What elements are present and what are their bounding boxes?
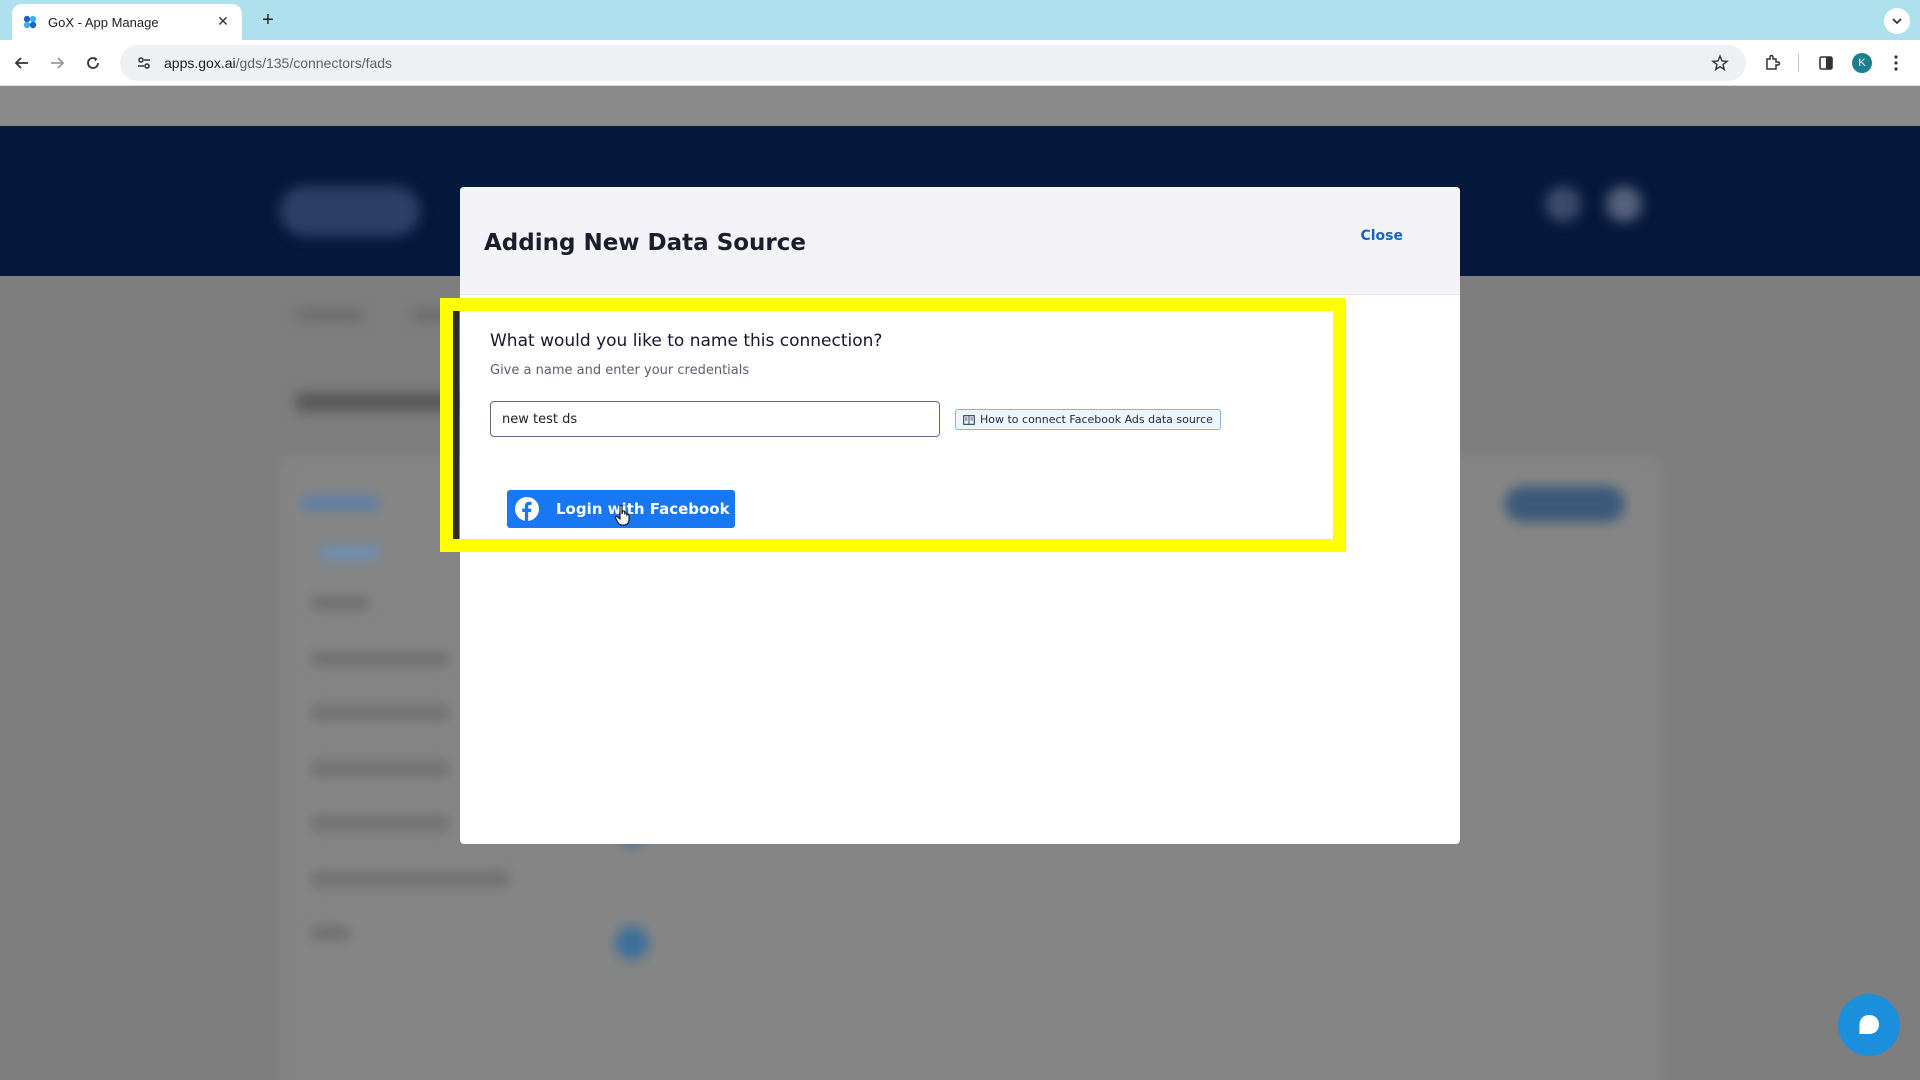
url-host: apps.gox.ai	[164, 55, 236, 71]
back-arrow-icon[interactable]	[8, 49, 36, 77]
forward-arrow-icon[interactable]	[43, 49, 71, 77]
browser-menu-icon[interactable]	[1882, 49, 1910, 77]
book-icon	[963, 414, 975, 425]
background-avatar	[1545, 186, 1581, 222]
address-bar[interactable]: apps.gox.ai/gds/135/connectors/fads	[120, 45, 1746, 81]
connection-name-input[interactable]	[490, 401, 940, 437]
tab-close-icon[interactable]: ✕	[214, 14, 232, 30]
reload-icon[interactable]	[79, 49, 107, 77]
background-text	[310, 816, 450, 830]
site-settings-icon[interactable]	[134, 53, 154, 73]
background-text	[310, 706, 450, 720]
background-text	[310, 872, 510, 886]
chat-bubble-icon	[1859, 1015, 1879, 1034]
background-logo	[280, 186, 420, 236]
modal-title: Adding New Data Source	[484, 230, 807, 256]
background-banner	[0, 86, 1920, 126]
url-path: /gds/135/connectors/fads	[235, 55, 393, 71]
bookmark-star-icon[interactable]	[1708, 51, 1732, 75]
side-panel-icon[interactable]	[1812, 49, 1840, 77]
background-text	[310, 596, 370, 610]
modal-header: Adding New Data Source Close	[460, 187, 1460, 295]
login-with-facebook-label: Login with Facebook	[556, 500, 730, 518]
hand-cursor-icon	[614, 504, 632, 526]
profile-initial: K	[1852, 53, 1872, 73]
connection-name-question: What would you like to name this connect…	[490, 331, 883, 351]
background-text	[310, 652, 450, 666]
browser-toolbar: apps.gox.ai/gds/135/connectors/fads K	[0, 40, 1920, 86]
section-accent-bar	[453, 311, 459, 539]
profile-avatar[interactable]: K	[1848, 49, 1876, 77]
close-button[interactable]: Close	[1360, 228, 1403, 244]
toolbar-divider	[1798, 54, 1799, 72]
how-to-connect-label: How to connect Facebook Ads data source	[980, 413, 1213, 426]
background-button	[1505, 486, 1625, 522]
background-dot	[615, 926, 649, 960]
new-tab-icon[interactable]: +	[254, 6, 282, 34]
background-avatar	[1606, 186, 1642, 222]
background-text	[310, 762, 450, 776]
background-text	[295, 392, 465, 412]
how-to-connect-link[interactable]: How to connect Facebook Ads data source	[955, 409, 1221, 430]
background-text	[295, 308, 365, 322]
gox-favicon-icon	[22, 14, 38, 30]
browser-tab[interactable]: GoX - App Manage ✕	[12, 4, 242, 40]
background-text	[320, 546, 380, 560]
facebook-logo-icon	[514, 496, 540, 522]
tab-search-chevron-icon[interactable]	[1884, 8, 1910, 34]
extensions-icon[interactable]	[1758, 49, 1786, 77]
tab-strip: GoX - App Manage ✕ +	[0, 0, 1920, 40]
chat-widget-button[interactable]	[1838, 994, 1900, 1056]
background-text	[300, 496, 380, 510]
credentials-hint: Give a name and enter your credentials	[490, 363, 750, 378]
url-text: apps.gox.ai/gds/135/connectors/fads	[164, 55, 1708, 71]
background-text	[310, 926, 350, 940]
tab-title: GoX - App Manage	[48, 14, 159, 30]
